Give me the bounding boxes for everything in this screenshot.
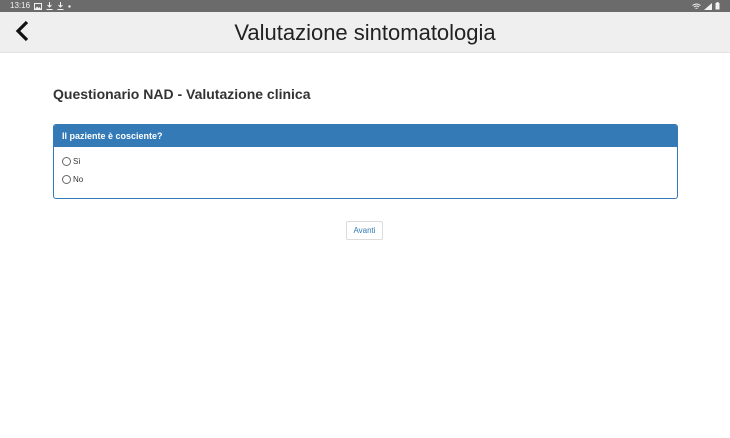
status-right [692, 0, 720, 12]
download-icon [46, 0, 53, 12]
radio-no[interactable] [62, 175, 71, 184]
download-icon [57, 0, 64, 12]
wifi-icon [692, 0, 701, 12]
battery-icon [715, 0, 720, 12]
gallery-icon [34, 0, 43, 12]
back-button[interactable] [10, 20, 36, 46]
questionnaire-title: Questionario NAD - Valutazione clinica [53, 86, 311, 102]
signal-icon [704, 0, 712, 12]
status-bar: 13:16 [0, 0, 730, 12]
dot-icon [68, 0, 71, 12]
option-si[interactable]: Sì [62, 157, 81, 166]
page-title: Valutazione sintomatologia [234, 20, 496, 45]
status-left: 13:16 [10, 0, 71, 12]
app-bar: Valutazione sintomatologia [0, 12, 730, 53]
question-heading: Il paziente è cosciente? [54, 125, 677, 147]
chevron-left-icon [15, 20, 31, 47]
status-time: 13:16 [10, 1, 31, 10]
option-no[interactable]: No [62, 175, 83, 184]
radio-si[interactable] [62, 157, 71, 166]
question-panel: Il paziente è cosciente? Sì No [53, 124, 678, 199]
option-si-label: Sì [73, 157, 81, 166]
next-button[interactable]: Avanti [346, 221, 383, 240]
option-no-label: No [73, 175, 84, 184]
